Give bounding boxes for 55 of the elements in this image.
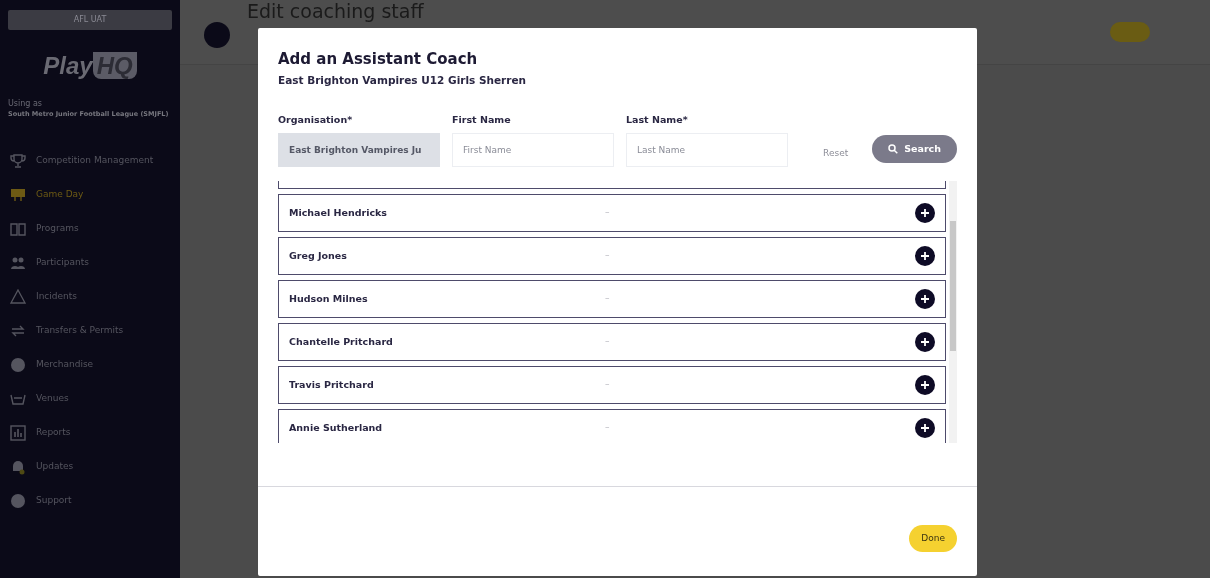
book-icon [10, 220, 26, 237]
sidebar-item[interactable]: Venues [8, 381, 172, 416]
modal-subtitle: East Brighton Vampires U12 Girls Sherren [278, 74, 528, 87]
detail-text: – [605, 249, 611, 263]
warning-icon [10, 288, 26, 305]
scrollbar[interactable] [949, 180, 957, 443]
sidebar-item[interactable]: Participants [8, 245, 172, 280]
input-field[interactable]: First Name [452, 132, 614, 167]
bell-icon [10, 458, 26, 475]
detail-text: – [605, 378, 611, 392]
add-button[interactable] [915, 288, 935, 309]
sidebar-item[interactable]: Support [8, 483, 172, 518]
sidebar-item[interactable]: Incidents [8, 279, 172, 314]
detail-text: – [605, 335, 611, 349]
person-name: Michael Hendricks [289, 205, 389, 220]
add-button[interactable] [915, 202, 935, 223]
sidebar-item[interactable]: Updates [8, 449, 172, 484]
account-caption: Using as [8, 98, 43, 110]
environment-badge: AFL UAT [8, 10, 172, 30]
scrollbar-thumb[interactable] [950, 220, 956, 351]
board-icon [10, 186, 26, 203]
done-button[interactable]: Done [909, 524, 957, 553]
plus-icon [920, 207, 930, 218]
person-name: Annie Sutherland [289, 420, 384, 435]
plus-icon [920, 250, 930, 261]
person-name: Chantelle Pritchard [289, 334, 394, 349]
add-button[interactable] [915, 374, 935, 395]
input-field[interactable]: Last Name [626, 132, 788, 167]
sidebar-item[interactable]: Programs [8, 211, 172, 246]
person-name: Hudson Milnes [289, 291, 369, 306]
trophy-icon [10, 152, 26, 169]
search-icon [888, 143, 899, 154]
search-button[interactable]: Search [872, 134, 957, 163]
modal-title: Add an Assistant Coach [278, 50, 479, 68]
field-label: First Name [452, 112, 512, 127]
add-button[interactable] [915, 417, 935, 438]
sidebar-item[interactable]: Transfers & Permits [8, 313, 172, 348]
field-label: Last Name* [626, 112, 689, 127]
sidebar-item[interactable]: Reports [8, 415, 172, 450]
detail-text: – [605, 421, 611, 435]
plus-icon [920, 422, 930, 433]
add-button[interactable] [915, 245, 935, 266]
sidebar-item[interactable]: Competition Management [8, 143, 172, 178]
chart-icon [10, 424, 26, 441]
person-name: Greg Jones [289, 248, 348, 263]
add-button[interactable] [915, 331, 935, 352]
detail-text: – [605, 292, 611, 306]
sidebar-item[interactable]: Game Day [8, 177, 172, 212]
field-label: Organisation* [278, 112, 354, 127]
sidebar-item[interactable]: Merchandise [8, 347, 172, 382]
plus-icon [920, 336, 930, 347]
plus-icon [920, 379, 930, 390]
plus-icon [920, 293, 930, 304]
person-name: Travis Pritchard [289, 377, 375, 392]
detail-text: – [605, 206, 611, 220]
